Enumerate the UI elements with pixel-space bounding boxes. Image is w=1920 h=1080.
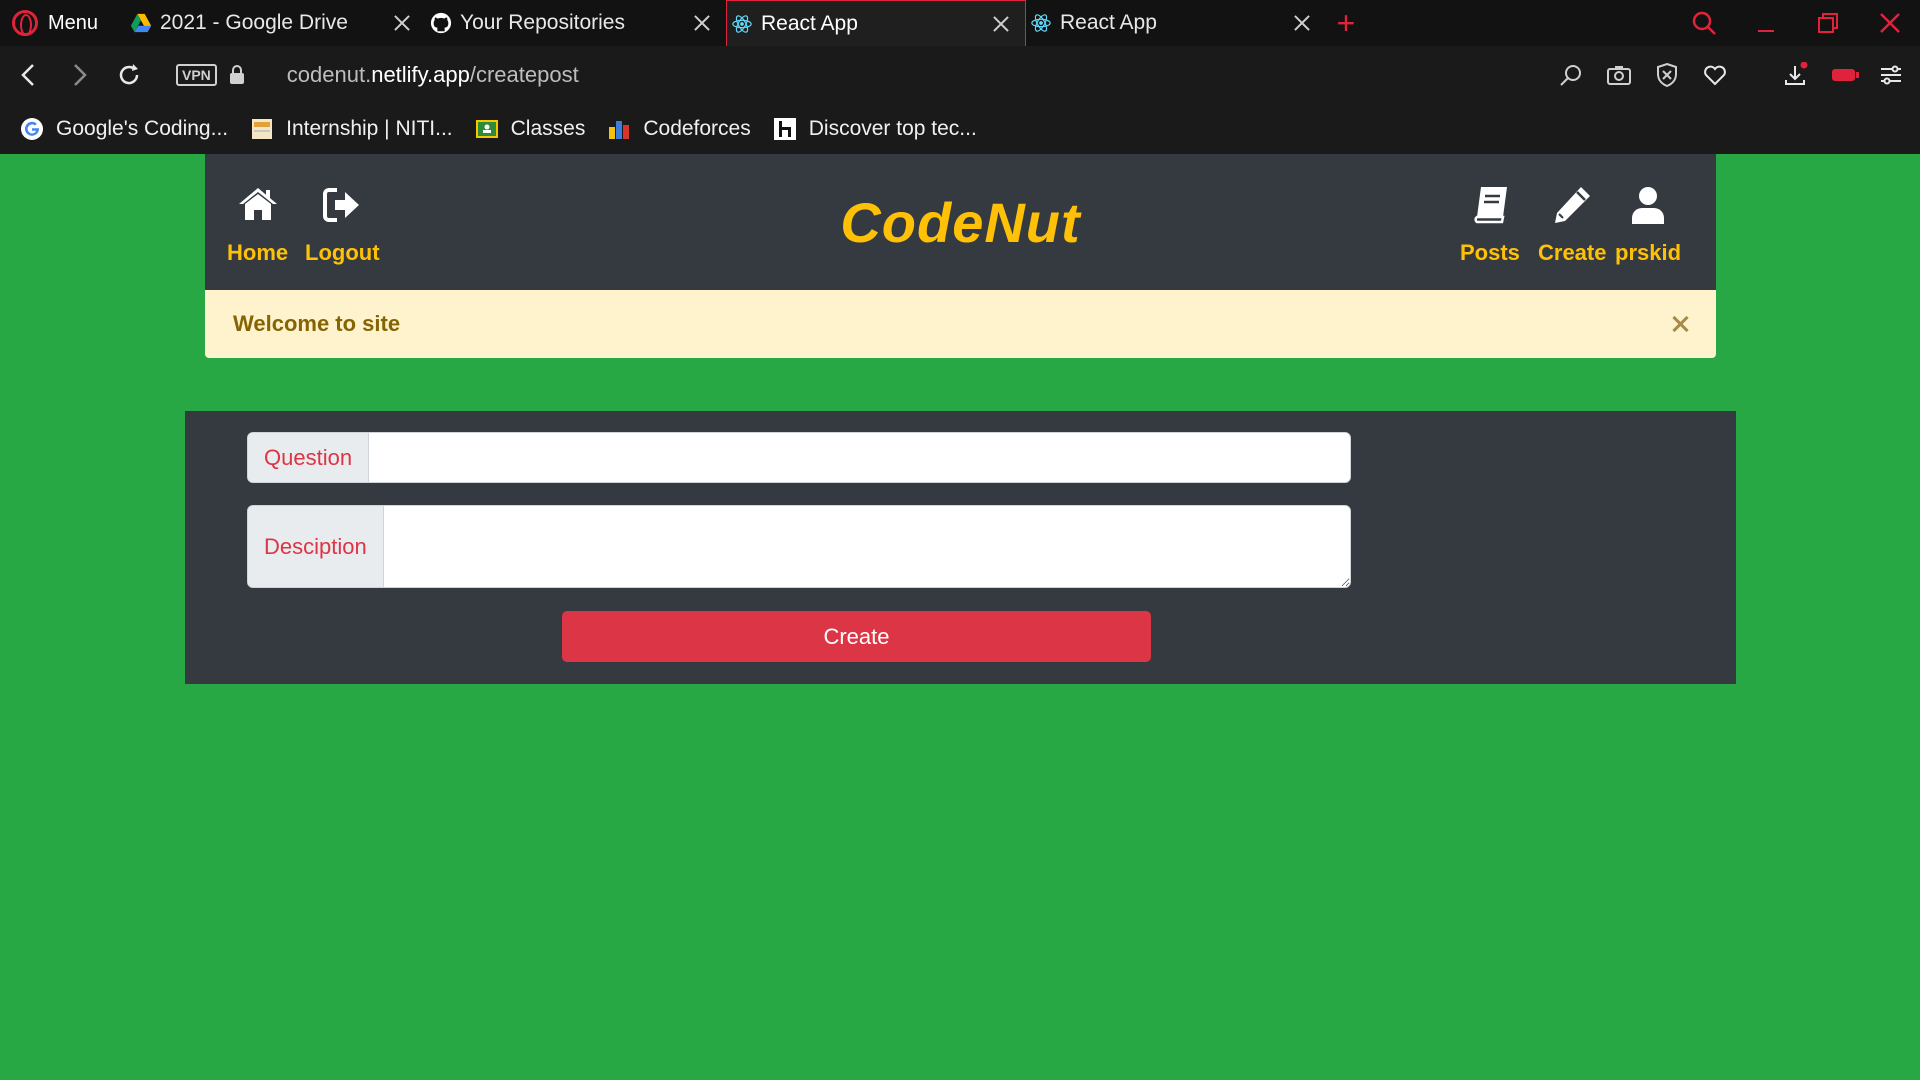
- snapshot-camera-icon[interactable]: [1606, 62, 1632, 88]
- create-post-form: Question Desciption Create: [185, 411, 1736, 684]
- nav-create[interactable]: Create: [1538, 184, 1606, 266]
- tab-close-icon[interactable]: [692, 13, 712, 33]
- pencil-icon: [1555, 187, 1591, 223]
- toolbar-separator: [1750, 62, 1760, 88]
- tab-title: React App: [761, 11, 858, 35]
- url-domain: netlify.app: [371, 62, 470, 87]
- question-input[interactable]: [369, 433, 1350, 482]
- bookmark-google-coding[interactable]: Google's Coding...: [20, 117, 228, 141]
- hackerrank-icon: [773, 118, 796, 140]
- react-icon: [732, 14, 752, 33]
- restore-window-icon[interactable]: [1814, 9, 1842, 37]
- nav-posts[interactable]: Posts: [1460, 184, 1520, 266]
- nav-user-label: prskid: [1615, 240, 1682, 265]
- nav-user[interactable]: prskid: [1615, 184, 1681, 266]
- bookmark-label: Internship | NITI...: [286, 117, 453, 140]
- tab-close-icon[interactable]: [1292, 13, 1312, 33]
- bookmark-codeforces[interactable]: Codeforces: [607, 117, 751, 141]
- question-input-group: Question: [247, 432, 1351, 483]
- bookmark-label: Google's Coding...: [56, 117, 229, 140]
- question-label: Question: [248, 433, 370, 482]
- close-window-icon[interactable]: [1876, 9, 1904, 37]
- google-drive-icon: [130, 13, 152, 33]
- new-tab-button[interactable]: +: [1326, 0, 1366, 46]
- bookmark-internship-niti[interactable]: Internship | NITI...: [250, 117, 453, 141]
- book-icon: [1474, 187, 1507, 224]
- opera-logo-icon: [12, 10, 38, 36]
- create-post-button[interactable]: Create: [562, 611, 1151, 662]
- vpn-badge[interactable]: VPN: [176, 64, 217, 86]
- zoom-search-icon[interactable]: [1558, 62, 1584, 88]
- battery-saver-icon[interactable]: [1830, 62, 1859, 88]
- site-navbar: Home Logout CodeNut Posts Create prskid: [205, 154, 1716, 290]
- welcome-alert: Welcome to site: [205, 290, 1716, 358]
- bookmark-heart-icon[interactable]: [1702, 62, 1728, 88]
- page-icon: [252, 119, 273, 139]
- alert-close-icon[interactable]: [1672, 316, 1688, 332]
- easy-setup-icon[interactable]: [1878, 62, 1904, 88]
- lock-icon[interactable]: [229, 65, 245, 85]
- codeforces-icon: [609, 121, 630, 139]
- bookmarks-bar: Google's Coding... Internship | NITI... …: [0, 104, 1920, 154]
- alert-message: Welcome to site: [233, 311, 401, 336]
- classroom-icon: [475, 120, 498, 138]
- browser-menu-label: Menu: [48, 11, 99, 34]
- browser-tab-bar: Menu 2021 - Google Drive Your Repositori…: [0, 0, 1920, 46]
- address-bar: VPN codenut.netlify.app/createpost: [0, 46, 1920, 104]
- browser-tab-react-app[interactable]: React App: [1026, 0, 1326, 46]
- tab-title: 2021 - Google Drive: [160, 11, 348, 34]
- tab-close-icon[interactable]: [991, 14, 1011, 34]
- browser-tab-google-drive[interactable]: 2021 - Google Drive: [126, 0, 426, 46]
- minimize-window-icon[interactable]: [1752, 9, 1780, 37]
- window-controls: [1690, 0, 1920, 46]
- downloads-icon[interactable]: [1782, 61, 1808, 88]
- adblock-shield-icon[interactable]: [1654, 62, 1680, 88]
- react-icon: [1031, 14, 1051, 32]
- reload-icon[interactable]: [116, 62, 142, 88]
- github-icon: [430, 12, 452, 34]
- browser-tab-react-app-active[interactable]: React App: [726, 0, 1026, 46]
- address-tools: [1558, 61, 1904, 88]
- bookmark-label: Discover top tec...: [808, 117, 977, 140]
- bookmark-label: Codeforces: [643, 117, 751, 140]
- tab-close-icon[interactable]: [392, 13, 412, 33]
- nav-posts-label: Posts: [1460, 240, 1520, 265]
- bookmark-hackerrank[interactable]: Discover top tec...: [773, 117, 977, 141]
- description-textarea[interactable]: [383, 506, 1350, 587]
- browser-menu-button[interactable]: Menu: [0, 0, 126, 46]
- url-path: /createpost: [469, 62, 579, 87]
- google-icon: [21, 118, 43, 140]
- tab-title: Your Repositories: [460, 11, 625, 34]
- tab-title: React App: [1060, 11, 1157, 34]
- description-label: Desciption: [248, 506, 384, 587]
- description-input-group: Desciption: [247, 505, 1351, 588]
- bookmark-label: Classes: [510, 117, 586, 140]
- url-field[interactable]: codenut.netlify.app/createpost: [287, 62, 579, 88]
- back-icon[interactable]: [16, 62, 42, 88]
- browser-tab-github[interactable]: Your Repositories: [426, 0, 726, 46]
- forward-icon[interactable]: [66, 62, 92, 88]
- user-icon: [1632, 187, 1665, 224]
- search-tabs-icon[interactable]: [1690, 9, 1718, 37]
- bookmark-classes[interactable]: Classes: [475, 117, 586, 141]
- nav-create-label: Create: [1538, 240, 1607, 265]
- url-prefix: codenut.: [286, 62, 372, 87]
